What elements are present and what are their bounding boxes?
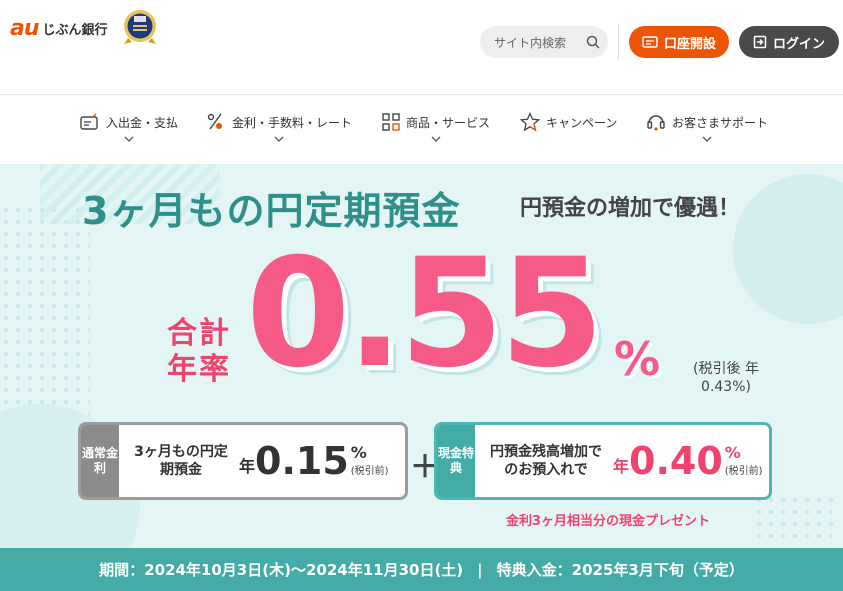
nav-label: お客さまサポート <box>672 115 769 130</box>
card-icon <box>642 36 658 48</box>
search-icon[interactable] <box>578 26 608 58</box>
standard-rate-desc: 3ヶ月もの円定期預金 <box>134 444 228 478</box>
site-header: au じぶん銀行 サイト内検索 口座開設 ログイン <box>0 0 843 95</box>
total-annual-rate-label: 合計年率 <box>167 316 231 387</box>
grid-icon <box>382 113 400 131</box>
standard-rate-box: 通常金利 3ヶ月もの円定期預金 年 0.15 % (税引前) <box>78 422 408 500</box>
standard-rate: 年 0.15 % (税引前) <box>239 439 389 483</box>
rate-prefix: 年 <box>239 457 256 476</box>
chevron-down-icon <box>274 136 284 142</box>
standard-rate-value: 0.15 <box>255 439 349 483</box>
nav-item-rates-fees[interactable]: 金利・手数料・レート <box>206 110 352 156</box>
cash-present-note: 金利3ヶ月相当分の現金プレゼント <box>506 514 711 529</box>
campaign-period-bar: 期間：2024年10月3日(木)〜2024年11月30日(土) | 特典入金：2… <box>0 548 843 591</box>
nav-label: 商品・サービス <box>406 115 491 130</box>
total-rate-percent: % <box>614 332 661 386</box>
au-jibun-bank-logo[interactable]: au じぶん銀行 <box>10 14 108 42</box>
pre-tax-note: (税引前) <box>350 466 389 477</box>
site-search-box[interactable]: サイト内検索 <box>480 26 608 58</box>
separator: | <box>477 560 483 579</box>
open-account-button[interactable]: 口座開設 <box>629 26 729 58</box>
nav-item-campaigns[interactable]: キャンペーン <box>520 110 617 156</box>
login-label: ログイン <box>772 36 825 52</box>
rate-percent: % <box>350 443 367 462</box>
banner-subhead: 円預金の増加で優遇！ <box>520 196 741 221</box>
nav-item-deposits-payments[interactable]: 入出金・支払 <box>80 110 178 156</box>
wallet-icon <box>80 113 98 130</box>
decorative-circle <box>733 174 843 324</box>
open-account-label: 口座開設 <box>663 36 716 52</box>
chevron-down-icon <box>431 136 441 142</box>
search-placeholder: サイト内検索 <box>494 35 567 50</box>
login-icon <box>753 35 767 49</box>
logo-mark: au <box>10 15 39 41</box>
bonus-deposit-date: 特典入金：2025年3月下旬（予定） <box>496 561 744 579</box>
nav-item-customer-support[interactable]: お客さまサポート <box>646 110 768 156</box>
cash-bonus-rate-value: 0.40 <box>629 439 723 483</box>
star-icon <box>520 112 540 132</box>
total-rate-value: 0.55 <box>246 227 604 401</box>
award-badge-icon <box>122 8 158 46</box>
percent-icon <box>207 113 222 130</box>
standard-rate-tag: 通常金利 <box>81 425 119 497</box>
rate-percent: % <box>724 443 741 462</box>
campaign-period: 期間：2024年10月3日(木)〜2024年11月30日(土) <box>99 561 464 579</box>
campaign-banner[interactable]: 3ヶ月もの円定期預金 円預金の増加で優遇！ 合計年率 0.55 % (税引後 年… <box>0 164 843 548</box>
cash-bonus-desc: 円預金残高増加でのお預入れで <box>490 444 602 478</box>
chevron-down-icon <box>702 136 712 142</box>
cash-bonus-rate: 年 0.40 % (税引前) <box>613 439 763 483</box>
support-icon <box>647 115 665 131</box>
nav-label: キャンペーン <box>546 115 618 130</box>
logo-name: じぶん銀行 <box>42 22 108 38</box>
login-button[interactable]: ログイン <box>739 26 839 58</box>
decorative-dots <box>753 494 833 544</box>
cash-bonus-box: 現金特典 円預金残高増加でのお預入れで 年 0.40 % (税引前) <box>434 422 772 500</box>
nav-label: 金利・手数料・レート <box>232 115 353 130</box>
nav-label: 入出金・支払 <box>106 115 179 130</box>
nav-item-products-services[interactable]: 商品・サービス <box>382 110 490 156</box>
chevron-down-icon <box>124 136 134 142</box>
cash-bonus-tag: 現金特典 <box>437 425 475 497</box>
global-nav: 入出金・支払 金利・手数料・レート 商品・サービス キャンペーン お客さまサポー… <box>0 96 843 164</box>
after-tax-rate: (税引後 年0.43%) <box>693 361 759 395</box>
header-divider <box>618 24 619 60</box>
rate-prefix: 年 <box>613 457 630 476</box>
pre-tax-note: (税引前) <box>724 466 763 477</box>
